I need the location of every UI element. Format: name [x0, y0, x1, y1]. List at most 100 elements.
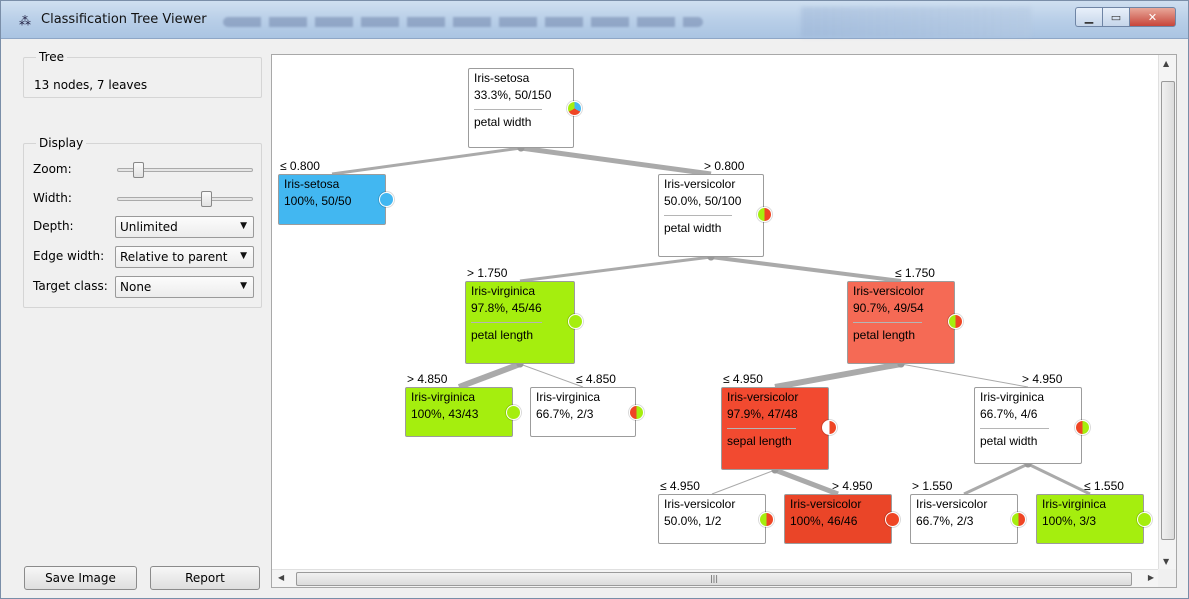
tree-edge [963, 462, 1029, 496]
edge-label: ≤ 0.800 [280, 159, 320, 173]
class-distribution-pie [1137, 512, 1152, 527]
node-class: Iris-versicolor [853, 284, 925, 298]
tree-edge [711, 469, 776, 495]
title-bar[interactable]: ⁂ Classification Tree Viewer ▁ ▭ ✕ [1, 1, 1188, 39]
minimize-button[interactable]: ▁ [1075, 7, 1102, 27]
node-class: Iris-virginica [536, 390, 601, 404]
vertical-scrollbar[interactable]: ▲ ▼ [1158, 55, 1176, 570]
report-button[interactable]: Report [150, 566, 260, 590]
width-slider[interactable] [117, 191, 253, 207]
node-separator [853, 322, 923, 323]
tree-group-title: Tree [36, 50, 68, 64]
horizontal-scrollbar[interactable]: ◀ ||| ▶ [272, 569, 1160, 587]
scroll-up-icon[interactable]: ▲ [1163, 59, 1169, 68]
vertical-scroll-thumb[interactable] [1161, 81, 1175, 540]
node-stats: 66.7%, 2/3 [536, 407, 594, 421]
chevron-down-icon: ▼ [240, 281, 247, 291]
node-split-attribute: sepal length [727, 434, 792, 448]
horizontal-scroll-thumb[interactable]: ||| [296, 572, 1132, 586]
target-class-select[interactable]: None ▼ [115, 276, 254, 298]
class-distribution-pie [568, 314, 583, 329]
scroll-right-icon[interactable]: ▶ [1148, 573, 1154, 582]
edge-label: ≤ 4.950 [723, 372, 763, 386]
node-stats: 100%, 3/3 [1042, 514, 1097, 528]
node-stats: 97.9%, 47/48 [727, 407, 798, 421]
class-distribution-pie [948, 314, 963, 329]
zoom-slider-handle[interactable] [133, 162, 145, 178]
edge-width-select[interactable]: Relative to parent ▼ [115, 246, 254, 268]
tree-edge [331, 146, 522, 176]
tree-node[interactable]: Iris-versicolor 50.0%, 50/100 petal width [658, 174, 772, 257]
tree-viewer-window: ⁂ Classification Tree Viewer ▁ ▭ ✕ Tree … [0, 0, 1189, 599]
class-distribution-pie [759, 512, 774, 527]
display-group-title: Display [36, 136, 87, 150]
maximize-icon: ▭ [1110, 10, 1122, 24]
node-class: Iris-setosa [474, 71, 530, 85]
tree-group: Tree 13 nodes, 7 leaves [23, 50, 262, 98]
close-button[interactable]: ✕ [1129, 7, 1176, 27]
chevron-down-icon: ▼ [240, 251, 247, 261]
scroll-left-icon[interactable]: ◀ [278, 573, 284, 582]
tree-node[interactable]: Iris-versicolor 66.7%, 2/3 [910, 494, 1026, 544]
tree-node[interactable]: Iris-setosa 33.3%, 50/150 petal width [468, 68, 582, 148]
node-split-attribute: petal length [853, 328, 916, 342]
display-group: Display Zoom: Width: Depth: Unlimited ▼ … [23, 136, 262, 308]
tree-canvas[interactable]: Iris-setosa 33.3%, 50/150 petal width Iris-… [271, 54, 1177, 588]
depth-label: Depth: [33, 219, 74, 233]
node-stats: 100%, 46/46 [790, 514, 858, 528]
blurred-background [801, 7, 1031, 37]
node-class: Iris-versicolor [664, 177, 736, 191]
tree-node[interactable]: Iris-versicolor 97.9%, 47/48 sepal length [721, 387, 837, 470]
tree-edge [519, 363, 584, 388]
node-stats: 33.3%, 50/150 [474, 88, 552, 102]
tree-node[interactable]: Iris-versicolor 50.0%, 1/2 [658, 494, 774, 544]
class-distribution-pie [885, 512, 900, 527]
tree-edge [774, 361, 902, 390]
edge-label: ≤ 4.850 [576, 372, 616, 386]
tree-edge [519, 255, 712, 283]
tree-node[interactable]: Iris-virginica 66.7%, 4/6 petal width [974, 387, 1090, 464]
edge-label: > 4.850 [407, 372, 448, 386]
width-slider-handle[interactable] [201, 191, 213, 207]
node-separator [980, 428, 1050, 429]
width-label: Width: [33, 191, 72, 205]
maximize-button[interactable]: ▭ [1102, 7, 1129, 27]
node-split-attribute: petal width [980, 434, 1038, 448]
tree-edges [331, 144, 1091, 497]
class-distribution-pie [379, 192, 394, 207]
node-stats: 50.0%, 1/2 [664, 514, 722, 528]
tree-node[interactable]: Iris-virginica 66.7%, 2/3 [530, 387, 644, 437]
zoom-label: Zoom: [33, 162, 72, 176]
node-class: Iris-versicolor [727, 390, 799, 404]
save-image-button[interactable]: Save Image [24, 566, 137, 590]
class-distribution-pie [1075, 420, 1090, 435]
tree-node[interactable]: Iris-versicolor 100%, 46/46 [784, 494, 900, 544]
chevron-down-icon: ▼ [240, 221, 247, 231]
tree-node[interactable]: Iris-virginica 97.8%, 45/46 petal length [465, 281, 583, 364]
tree-edge [900, 363, 1029, 388]
close-icon: ✕ [1147, 10, 1158, 24]
tree-node[interactable]: Iris-virginica 100%, 43/43 [405, 387, 521, 437]
edge-label: > 0.800 [704, 159, 745, 173]
node-class: Iris-virginica [471, 284, 536, 298]
tree-node[interactable]: Iris-versicolor 90.7%, 49/54 petal length [847, 281, 963, 364]
node-stats: 90.7%, 49/54 [853, 301, 924, 315]
edge-label: ≤ 4.950 [660, 479, 700, 493]
node-stats: 100%, 43/43 [411, 407, 479, 421]
node-separator [664, 215, 732, 216]
node-class: Iris-virginica [1042, 497, 1107, 511]
node-class: Iris-versicolor [916, 497, 988, 511]
tree-edge [520, 145, 712, 177]
tree-edge [710, 255, 902, 283]
tree-node[interactable]: Iris-virginica 100%, 3/3 [1036, 494, 1152, 544]
node-stats: 66.7%, 2/3 [916, 514, 974, 528]
zoom-slider[interactable] [117, 162, 253, 178]
tree-node[interactable]: Iris-setosa 100%, 50/50 [278, 174, 394, 225]
scroll-corner [1158, 569, 1176, 587]
scroll-down-icon[interactable]: ▼ [1163, 557, 1169, 566]
edge-label: > 4.950 [832, 479, 873, 493]
depth-select[interactable]: Unlimited ▼ [115, 216, 254, 238]
class-distribution-pie [1011, 512, 1026, 527]
node-class: Iris-versicolor [664, 497, 736, 511]
class-distribution-pie [567, 101, 582, 116]
